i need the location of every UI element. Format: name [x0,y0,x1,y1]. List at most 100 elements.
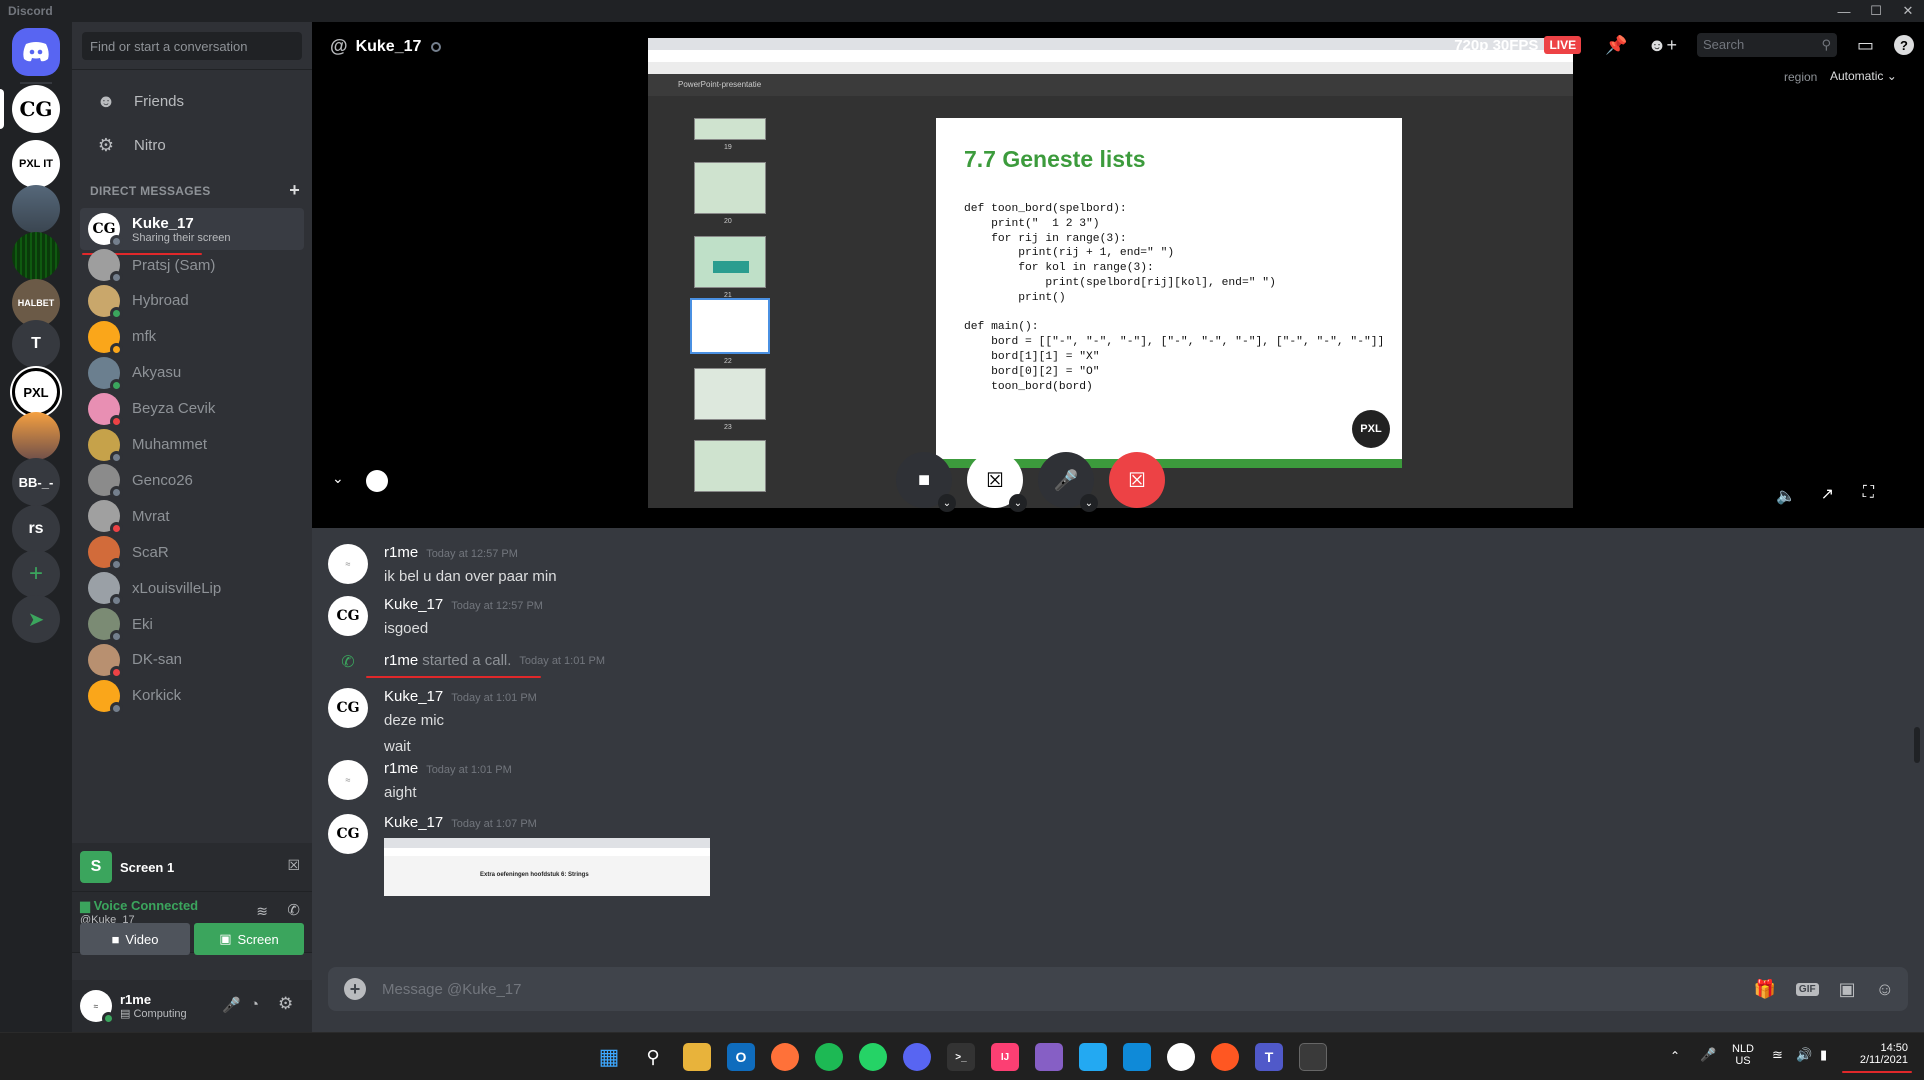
fullscreen-icon[interactable]: ⛶ [1863,484,1874,502]
avatar [88,536,123,572]
screen-button[interactable]: ▣ Screen [194,923,304,955]
snipping-tool-icon[interactable] [1299,1043,1327,1071]
tray-mic-icon[interactable]: 🎤 [1700,1047,1716,1063]
avatar[interactable]: ≈ [328,760,368,800]
volume-icon[interactable]: 🔈 [1776,486,1796,506]
chevron-down-icon[interactable]: ⌄ [1009,494,1027,512]
server-t[interactable]: T [12,320,60,368]
home-button[interactable] [12,28,60,76]
nav-nitro[interactable]: ⚙ Nitro [80,124,304,166]
image-attachment[interactable]: Extra oefeningen hoofdstuk 6: Strings [384,838,710,896]
thumb[interactable] [694,440,766,492]
outlook-icon[interactable]: O [727,1043,755,1071]
gift-icon[interactable]: 🎁 [1754,979,1776,1000]
close-button[interactable]: ✕ [1892,0,1924,22]
popout-icon[interactable]: ↗ [1821,484,1834,504]
language-label[interactable]: NLD [1732,1043,1754,1055]
minimize-button[interactable]: — [1828,0,1860,22]
message-author[interactable]: r1me [384,760,418,777]
screen-share-button[interactable]: ☒ ⌄ [967,452,1027,512]
pin-icon[interactable]: 📌 [1605,35,1627,56]
discord-icon[interactable] [903,1043,931,1071]
firefox-icon[interactable] [771,1043,799,1071]
server-landscape[interactable] [12,185,60,233]
battery-icon[interactable]: ▮ [1820,1047,1827,1063]
message: ≈ r1me Today at 12:57 PM ik bel u dan over … [328,544,557,588]
server-sunset[interactable] [12,412,60,460]
file-explorer-icon[interactable] [683,1043,711,1071]
message-author[interactable]: r1me [384,544,418,561]
chevron-down-icon[interactable]: ⌄ [938,494,956,512]
stop-stream-icon[interactable]: ☒ [287,857,300,874]
headphones-icon[interactable]: ◔ [250,996,259,1013]
dm-kuke-icon[interactable]: CG [12,85,60,133]
message-author[interactable]: Kuke_17 [384,814,443,831]
server-rs[interactable]: rs [12,505,60,553]
camera-button[interactable]: ■ ⌄ [896,452,956,512]
dm-item[interactable]: Korkick [80,675,304,717]
jetbrains-icon[interactable]: IJ [991,1043,1019,1071]
explore-servers-icon[interactable]: ➤ [12,595,60,643]
app-icon[interactable] [1167,1043,1195,1071]
search-icon[interactable]: ⚲ [639,1043,667,1071]
create-dm-icon[interactable]: + [289,181,300,199]
clock-time[interactable]: 14:50 [1848,1042,1908,1054]
noise-suppression-icon[interactable]: ≋ [256,903,268,920]
add-friend-icon[interactable]: ☻+ [1648,35,1677,56]
region-label[interactable]: US [1732,1055,1754,1067]
server-pxl[interactable]: PXL [12,368,60,416]
participant-avatar[interactable] [366,470,388,492]
teams-icon[interactable]: T [1255,1043,1283,1071]
header-search[interactable]: Search ⚲ [1696,33,1837,57]
inbox-icon[interactable]: ▭ [1857,35,1874,56]
nav-friends[interactable]: ☻ Friends [80,80,304,122]
attach-plus-icon[interactable]: + [344,978,366,1000]
server-matrix[interactable] [12,232,60,280]
emoji-icon[interactable]: ☺ [1876,979,1894,1000]
help-icon[interactable]: ? [1894,35,1914,55]
video-button[interactable]: ■ Video [80,923,190,955]
whatsapp-icon[interactable] [859,1043,887,1071]
avatar[interactable]: CG [328,596,368,636]
vscode-icon[interactable] [1079,1043,1107,1071]
add-server-icon[interactable]: + [12,550,60,598]
tray-chevron-icon[interactable]: ⌃ [1670,1049,1680,1063]
windows-start-icon[interactable]: ▦ [595,1043,623,1071]
wifi-icon[interactable]: ≊ [1772,1047,1783,1063]
server-bb[interactable]: BB-_- [12,458,60,506]
chevron-down-icon[interactable]: ⌄ [1080,494,1098,512]
volume-icon[interactable]: 🔊 [1796,1047,1812,1063]
thumb[interactable] [694,118,766,140]
message-author[interactable]: r1me [384,652,418,672]
remote-desktop-icon[interactable] [1123,1043,1151,1071]
message-author[interactable]: Kuke_17 [384,596,443,613]
settings-gear-icon[interactable]: ⚙ [278,994,293,1014]
message-author[interactable]: Kuke_17 [384,688,443,705]
scrollbar-thumb[interactable] [1914,727,1920,763]
avatar[interactable]: ≈ [80,990,115,1025]
thumb[interactable] [694,162,766,214]
leave-call-button[interactable]: ☒ [1109,452,1165,508]
terminal-icon[interactable]: >_ [947,1043,975,1071]
avatar[interactable]: ≈ [328,544,368,584]
gif-icon[interactable]: GIF [1795,982,1819,996]
avatar[interactable]: CG [328,814,368,854]
thumb[interactable] [694,236,766,288]
collapse-chevron-icon[interactable]: ⌄ [332,470,344,487]
region-select[interactable]: Automatic ⌄ [1830,69,1897,83]
visual-studio-icon[interactable] [1035,1043,1063,1071]
spotify-icon[interactable] [815,1043,843,1071]
thumb[interactable] [694,368,766,420]
dm-search-input[interactable]: Find or start a conversation [82,32,302,60]
avatar[interactable]: CG [328,688,368,728]
server-pxl-it[interactable]: PXL IT [12,140,60,188]
disconnect-icon[interactable]: ✆ [287,901,300,919]
thumb-selected[interactable] [690,298,770,354]
postman-icon[interactable] [1211,1043,1239,1071]
mic-button[interactable]: 🎤 ⌄ [1038,452,1098,512]
sticker-icon[interactable]: ▣ [1839,979,1856,1000]
message-input[interactable]: Message @Kuke_17 [382,981,1744,998]
clock-date[interactable]: 2/11/2021 [1848,1054,1908,1066]
mic-icon[interactable]: 🎤 [222,996,241,1014]
maximize-button[interactable]: ☐ [1860,0,1892,22]
